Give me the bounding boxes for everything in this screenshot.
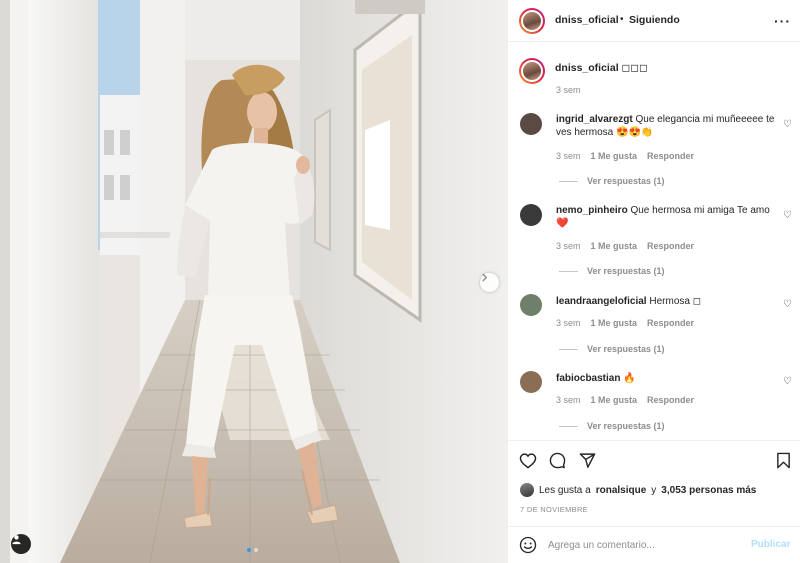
view-replies-label: Ver respuestas (1) <box>587 266 665 276</box>
add-comment-bar: Publicar <box>508 526 800 563</box>
comment-meta: 3 sem 1 Me gusta Responder <box>556 318 694 328</box>
caption-time: 3 sem <box>556 85 581 95</box>
comment-username[interactable]: ingrid_alvarezgt <box>556 114 633 125</box>
commenter-avatar[interactable] <box>520 294 542 316</box>
following-button[interactable]: Siguiendo <box>629 14 680 26</box>
carousel-dots <box>247 548 258 552</box>
carousel-dot <box>247 548 251 552</box>
caption: dniss_oficial ◻◻◻ <box>555 62 648 74</box>
comment-body: ingrid_alvarezgt Que elegancia mi muñeee… <box>556 113 776 139</box>
comment-like-icon[interactable]: ♡ <box>783 210 792 221</box>
commenter-avatar[interactable] <box>520 113 542 135</box>
caption-author-avatar[interactable] <box>519 58 545 84</box>
comment-meta: 3 sem 1 Me gusta Responder <box>556 151 694 161</box>
comment-time: 3 sem <box>556 151 581 161</box>
comment-like-icon[interactable]: ♡ <box>783 376 792 387</box>
view-replies-button[interactable]: Ver respuestas (1) <box>559 176 665 186</box>
likes-summary: Les gusta a ronalsique y 3,053 personas … <box>520 483 756 497</box>
replies-divider <box>559 348 578 350</box>
comment-likes-count[interactable]: 1 Me gusta <box>591 241 638 251</box>
caption-text: ◻◻◻ <box>621 62 648 74</box>
user-tag-button[interactable] <box>11 534 31 554</box>
heart-icon[interactable] <box>519 452 537 472</box>
publish-button[interactable]: Publicar <box>751 539 790 550</box>
replies-divider <box>559 425 578 427</box>
view-replies-label: Ver respuestas (1) <box>587 176 665 186</box>
comment-like-icon[interactable]: ♡ <box>783 299 792 310</box>
carousel-next-button[interactable] <box>480 273 499 292</box>
post-date: 7 DE NOVIEMBRE <box>520 505 588 514</box>
likes-count[interactable]: 3,053 personas más <box>661 485 756 496</box>
comment-reply-button[interactable]: Responder <box>647 151 694 161</box>
comment-likes-count[interactable]: 1 Me gusta <box>591 318 638 328</box>
commenter-avatar[interactable] <box>520 204 542 226</box>
view-replies-label: Ver respuestas (1) <box>587 421 665 431</box>
view-replies-button[interactable]: Ver respuestas (1) <box>559 266 665 276</box>
comment-body: fabiocbastian 🔥 <box>556 372 776 385</box>
comment-body: leandraangeloficial Hermosa ◻ <box>556 295 776 308</box>
comment-username[interactable]: fabiocbastian <box>556 373 620 384</box>
comment-meta: 3 sem 1 Me gusta Responder <box>556 241 694 251</box>
caption-username[interactable]: dniss_oficial <box>555 62 619 74</box>
view-replies-button[interactable]: Ver respuestas (1) <box>559 344 665 354</box>
comment-time: 3 sem <box>556 241 581 251</box>
share-icon[interactable] <box>579 452 596 472</box>
likes-conjunction: y <box>651 484 657 496</box>
view-replies-label: Ver respuestas (1) <box>587 344 665 354</box>
replies-divider <box>559 180 578 182</box>
comment-username[interactable]: nemo_pinheiro <box>556 205 628 216</box>
comment-meta: 3 sem 1 Me gusta Responder <box>556 395 694 405</box>
carousel-dot <box>254 548 258 552</box>
likes-prefix: Les gusta a <box>539 484 591 496</box>
comment-reply-button[interactable]: Responder <box>647 241 694 251</box>
comment-text: 🔥 <box>623 373 636 384</box>
author-username[interactable]: dniss_oficial <box>555 14 619 26</box>
comment-icon[interactable] <box>549 452 566 472</box>
comment-likes-count[interactable]: 1 Me gusta <box>591 151 638 161</box>
emoji-icon[interactable] <box>519 536 537 557</box>
comment-input[interactable] <box>548 537 748 553</box>
comment-like-icon[interactable]: ♡ <box>783 119 792 130</box>
post-header: dniss_oficial • Siguiendo ··· <box>508 0 800 42</box>
more-options-icon[interactable]: ··· <box>774 13 791 29</box>
author-avatar[interactable] <box>519 8 545 34</box>
post-photo <box>0 0 507 563</box>
photo-illustration <box>0 0 507 563</box>
comment-username[interactable]: leandraangeloficial <box>556 296 647 307</box>
comment-time: 3 sem <box>556 395 581 405</box>
replies-divider <box>559 270 578 272</box>
comment-time: 3 sem <box>556 318 581 328</box>
liker-avatar[interactable] <box>520 483 534 497</box>
comment-reply-button[interactable]: Responder <box>647 395 694 405</box>
post-side-panel: dniss_oficial • Siguiendo ··· dniss_ofic… <box>507 0 800 563</box>
comment-body: nemo_pinheiro Que hermosa mi amiga Te am… <box>556 204 776 230</box>
comment-reply-button[interactable]: Responder <box>647 318 694 328</box>
commenter-avatar[interactable] <box>520 371 542 393</box>
header-separator: • <box>620 14 624 25</box>
liker-username[interactable]: ronalsique <box>596 485 647 496</box>
bookmark-icon[interactable] <box>776 452 791 472</box>
comment-text: Hermosa ◻ <box>649 296 702 307</box>
comment-likes-count[interactable]: 1 Me gusta <box>591 395 638 405</box>
post-actions <box>508 440 800 480</box>
view-replies-button[interactable]: Ver respuestas (1) <box>559 421 665 431</box>
